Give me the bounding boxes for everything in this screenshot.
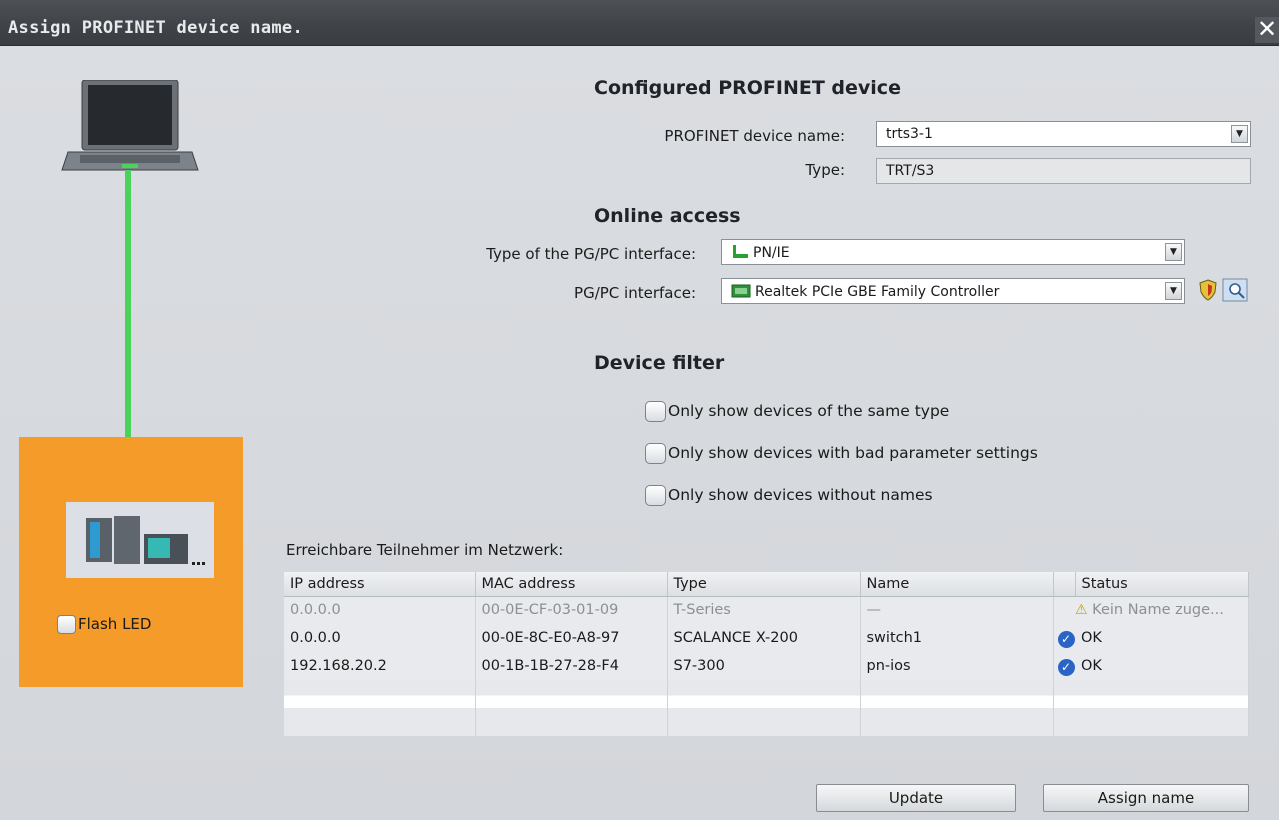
iface-combo[interactable]: Realtek PCIe GBE Family Controller ▼ <box>721 278 1185 304</box>
title-bar: Assign PROFINET device name. ✕ <box>0 0 1279 46</box>
filter-same-type-check[interactable] <box>645 401 666 422</box>
flash-led-check[interactable] <box>57 615 76 634</box>
ok-icon: ✓ <box>1057 659 1075 676</box>
empty-row <box>284 680 1249 708</box>
type-value: TRT/S3 <box>886 163 935 179</box>
table-row[interactable]: 192.168.20.2 00-1B-1B-27-28-F4 S7-300 pn… <box>284 652 1249 680</box>
column-header-status-icon[interactable] <box>1053 572 1076 597</box>
device-name-label: PROFINET device name: <box>664 127 845 145</box>
chevron-down-icon[interactable]: ▼ <box>1165 243 1182 261</box>
column-header-mac[interactable]: MAC address <box>475 572 668 597</box>
status-icon-cell: ✓ <box>1053 652 1075 680</box>
online-access-heading: Online access <box>594 205 741 227</box>
name-cell: pn-ios <box>860 652 1054 680</box>
type-field: TRT/S3 <box>876 158 1251 184</box>
filter-bad-params-label: Only show devices with bad parameter set… <box>668 444 1038 462</box>
flash-led-label: Flash LED <box>78 615 152 633</box>
name-cell: — <box>860 596 1054 624</box>
device-name-combo[interactable]: trts3-1 ▼ <box>876 121 1251 147</box>
search-accessible-devices-icon[interactable] <box>1222 278 1248 302</box>
column-header-ip[interactable]: IP address <box>284 572 476 597</box>
filter-bad-params[interactable]: Only show devices with bad parameter set… <box>645 443 1038 464</box>
assign-name-button[interactable]: Assign name <box>1043 784 1249 812</box>
table-caption: Erreichbare Teilnehmer im Netzwerk: <box>286 541 564 559</box>
name-cell: switch1 <box>860 624 1054 652</box>
filter-no-names-label: Only show devices without names <box>668 486 933 504</box>
laptop-icon <box>61 80 199 171</box>
iface-type-value: PN/IE <box>753 245 790 261</box>
device-filter-heading: Device filter <box>594 352 725 374</box>
ip-cell: 0.0.0.0 <box>284 624 476 652</box>
type-cell: S7-300 <box>667 652 861 680</box>
device-panel: Flash LED <box>19 437 243 687</box>
status-icon-cell: ✓ <box>1053 624 1075 652</box>
empty-row <box>284 708 1249 736</box>
type-cell: T-Series <box>667 596 861 624</box>
status-text: Kein Name zuge... <box>1092 602 1224 619</box>
device-tile[interactable] <box>66 502 214 578</box>
iface-value: Realtek PCIe GBE Family Controller <box>755 284 1000 300</box>
type-cell: SCALANCE X-200 <box>667 624 861 652</box>
mac-cell: 00-0E-8C-E0-A8-97 <box>475 624 668 652</box>
column-header-type[interactable]: Type <box>667 572 861 597</box>
close-icon[interactable]: ✕ <box>1255 17 1279 43</box>
configured-device-heading: Configured PROFINET device <box>594 77 901 99</box>
iface-type-label: Type of the PG/PC interface: <box>486 245 696 263</box>
filter-bad-params-check[interactable] <box>645 443 666 464</box>
iface-label: PG/PC interface: <box>574 284 696 302</box>
mac-cell: 00-0E-CF-03-01-09 <box>475 596 668 624</box>
accessible-devices-table: IP address MAC address Type Name Status … <box>284 572 1249 736</box>
status-cell: OK <box>1075 652 1249 680</box>
table-row[interactable]: 0.0.0.0 00-0E-CF-03-01-09 T-Series — ⚠ K… <box>284 596 1249 624</box>
flash-led-checkbox[interactable]: Flash LED <box>57 615 151 634</box>
window-title: Assign PROFINET device name. <box>8 18 303 38</box>
type-label: Type: <box>805 161 845 179</box>
update-button[interactable]: Update <box>816 784 1016 812</box>
filter-same-type-label: Only show devices of the same type <box>668 402 950 420</box>
warning-icon: ⚠ <box>1075 602 1088 619</box>
iface-type-combo[interactable]: PN/IE ▼ <box>721 239 1185 265</box>
assign-name-dialog: Flash LED Configured PROFINET device PRO… <box>0 46 1279 820</box>
filter-no-names-check[interactable] <box>645 485 666 506</box>
ip-cell: 192.168.20.2 <box>284 652 476 680</box>
status-cell: OK <box>1075 624 1249 652</box>
column-header-status[interactable]: Status <box>1075 572 1249 597</box>
table-row[interactable]: 0.0.0.0 00-0E-8C-E0-A8-97 SCALANCE X-200… <box>284 624 1249 652</box>
filter-same-type[interactable]: Only show devices of the same type <box>645 401 949 422</box>
network-plug-icon <box>733 245 748 258</box>
device-name-value: trts3-1 <box>886 126 933 142</box>
chevron-down-icon[interactable]: ▼ <box>1231 125 1248 143</box>
status-icon-cell <box>1053 596 1075 624</box>
ip-cell: 0.0.0.0 <box>284 596 476 624</box>
column-header-name[interactable]: Name <box>860 572 1054 597</box>
chevron-down-icon[interactable]: ▼ <box>1165 282 1182 300</box>
ok-icon: ✓ <box>1057 631 1075 648</box>
status-cell: ⚠ Kein Name zuge... <box>1075 596 1249 624</box>
shield-icon[interactable] <box>1198 279 1218 301</box>
network-card-icon <box>731 284 751 298</box>
mac-cell: 00-1B-1B-27-28-F4 <box>475 652 668 680</box>
filter-no-names[interactable]: Only show devices without names <box>645 485 933 506</box>
plc-device-icon <box>86 516 205 565</box>
